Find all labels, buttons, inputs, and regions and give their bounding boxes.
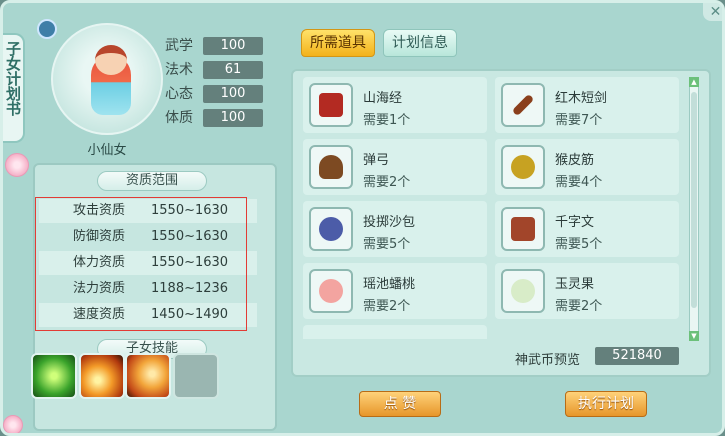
item-card[interactable]: 山海经 需要1个 xyxy=(303,77,487,133)
peach-icon xyxy=(309,269,353,313)
item-name: 玉灵果 xyxy=(555,277,595,292)
highlight-box xyxy=(35,197,247,331)
stat-value: 100 xyxy=(203,85,263,103)
scroll-book-icon xyxy=(501,207,545,251)
stat-row: 法术 61 xyxy=(165,61,265,81)
item-name: 投掷沙包 xyxy=(363,215,416,230)
item-card[interactable]: 千字文 需要5个 xyxy=(495,201,679,257)
tab-required-items[interactable]: 所需道具 xyxy=(301,29,375,57)
items-panel: 山海经 需要1个 红木短剑 需要7个 弹弓 需要2个 猴皮筋 需要4个 投掷沙包… xyxy=(291,69,711,377)
item-need: 需要7个 xyxy=(555,113,603,128)
tab-plan-info[interactable]: 计划信息 xyxy=(383,29,457,57)
scroll-thumb[interactable] xyxy=(691,92,697,308)
stat-value: 61 xyxy=(203,61,263,79)
blossom-decoration xyxy=(5,153,29,177)
stat-label: 法术 xyxy=(165,62,193,78)
item-card[interactable]: 红木短剑 需要7个 xyxy=(495,77,679,133)
stat-row: 体质 100 xyxy=(165,109,265,129)
skill-slot[interactable] xyxy=(79,353,125,399)
item-name: 山海经 xyxy=(363,91,403,106)
stat-row: 心态 100 xyxy=(165,85,265,105)
character-name: 小仙女 xyxy=(87,143,127,158)
stat-label: 武学 xyxy=(165,38,193,54)
slingshot-icon xyxy=(309,145,353,189)
character-head-image xyxy=(95,45,127,75)
jade-fruit-icon xyxy=(501,269,545,313)
item-need: 需要2个 xyxy=(555,299,603,314)
faction-emblem-icon xyxy=(37,19,57,39)
items-scrollbar[interactable]: ▲ ▼ xyxy=(689,77,699,341)
skill-slot[interactable] xyxy=(125,353,171,399)
skill-slot[interactable] xyxy=(31,353,77,399)
blossom-decoration xyxy=(3,415,23,433)
stat-label: 体质 xyxy=(165,110,193,126)
close-icon[interactable]: ✕ xyxy=(703,3,722,21)
empty-skill-slot[interactable] xyxy=(173,353,219,399)
item-card[interactable]: 弹弓 需要2个 xyxy=(303,139,487,195)
item-name: 弹弓 xyxy=(363,153,390,168)
item-need: 需要2个 xyxy=(363,175,411,190)
aptitude-title: 资质范围 xyxy=(97,171,207,191)
wooden-sword-icon xyxy=(501,83,545,127)
item-card[interactable]: 瑶池蟠桃 需要2个 xyxy=(303,263,487,319)
avatar xyxy=(51,23,163,135)
scroll-down-icon[interactable]: ▼ xyxy=(689,331,699,341)
stat-value: 100 xyxy=(203,37,263,55)
execute-plan-button[interactable]: 执行计划 xyxy=(565,391,647,417)
item-name: 瑶池蟠桃 xyxy=(363,277,416,292)
preview-value: 521840 xyxy=(595,347,679,365)
item-name: 千字文 xyxy=(555,215,595,230)
stat-value: 100 xyxy=(203,109,263,127)
item-need: 需要5个 xyxy=(363,237,411,252)
stat-row: 武学 100 xyxy=(165,37,265,57)
item-card[interactable]: 投掷沙包 需要5个 xyxy=(303,201,487,257)
stat-label: 心态 xyxy=(165,86,193,102)
item-need: 需要2个 xyxy=(363,299,411,314)
item-card[interactable]: 猴皮筋 需要4个 xyxy=(495,139,679,195)
item-need: 需要1个 xyxy=(363,113,411,128)
item-name: 猴皮筋 xyxy=(555,153,595,168)
item-name: 红木短剑 xyxy=(555,91,608,106)
item-need: 需要5个 xyxy=(555,237,603,252)
preview-label: 神武币预览 xyxy=(515,353,581,368)
like-button[interactable]: 点 赞 xyxy=(359,391,441,417)
item-need: 需要4个 xyxy=(555,175,603,190)
item-card-partial xyxy=(303,325,487,339)
window-frame: 子女计划书 ✕ 小仙女 武学 100 法术 61 心态 100 体质 100 资… xyxy=(0,0,725,436)
scroll-up-icon[interactable]: ▲ xyxy=(689,77,699,87)
item-card[interactable]: 玉灵果 需要2个 xyxy=(495,263,679,319)
rubber-band-icon xyxy=(501,145,545,189)
sandbag-icon xyxy=(309,207,353,251)
side-title-text: 子女计划书 xyxy=(4,41,22,116)
book-icon xyxy=(309,83,353,127)
side-title-tab[interactable]: 子女计划书 xyxy=(3,33,25,143)
